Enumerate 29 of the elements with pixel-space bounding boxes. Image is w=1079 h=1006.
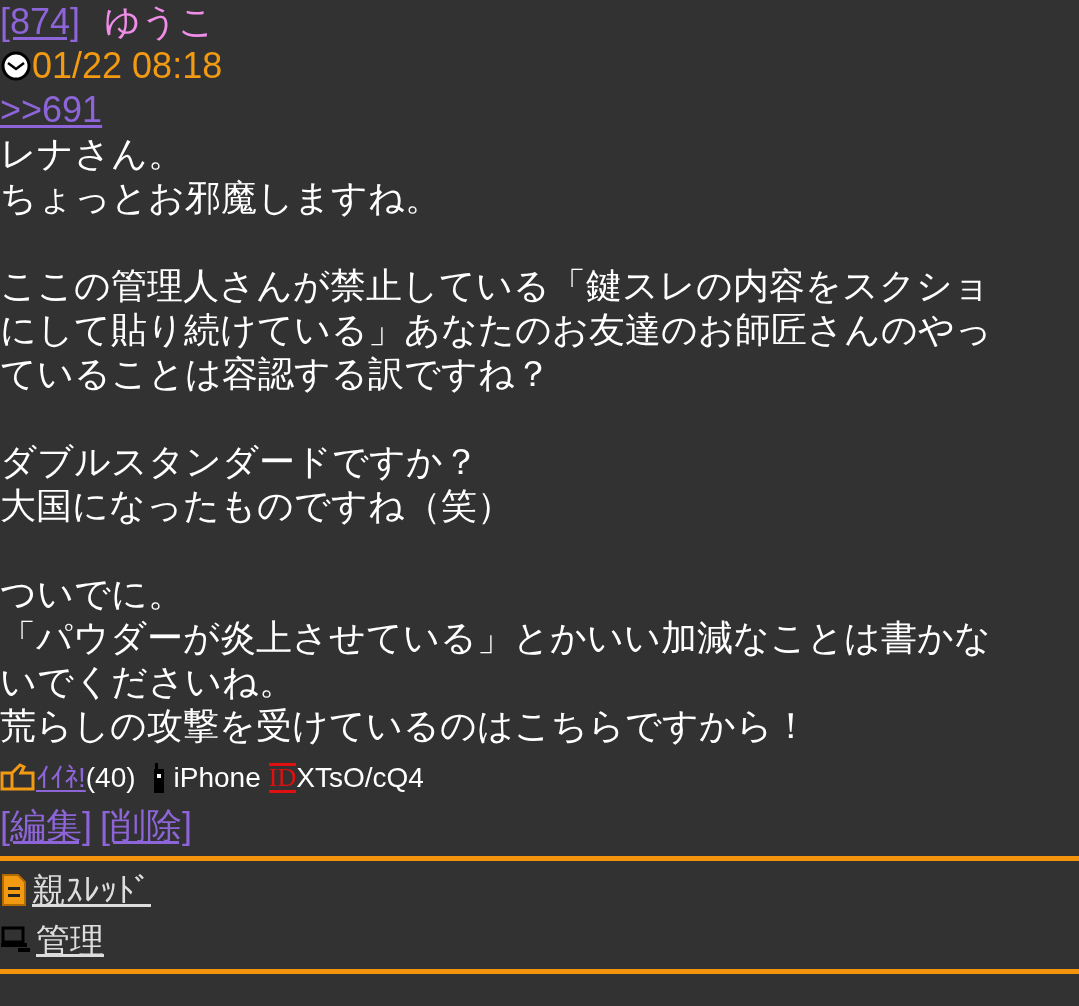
clock-icon: [0, 51, 32, 81]
nav-link-text[interactable]: 管理: [36, 918, 104, 962]
author-name: ゆうこ: [104, 0, 216, 44]
computer-icon: [0, 925, 32, 955]
post-number-link[interactable]: [874]: [0, 0, 81, 44]
body-text: ついでに。: [0, 572, 185, 616]
like-link[interactable]: ｲｲﾈ!: [36, 756, 86, 800]
body-text: 「パウダーが炎上させている」とかいい加減なことは書かな: [0, 616, 992, 660]
device-name: iPhone: [173, 761, 261, 795]
reply-link[interactable]: >>691: [0, 89, 103, 130]
body-text: にして貼り続けている」あなたのお友達のお師匠さんのやっ: [0, 308, 993, 352]
action-link[interactable]: [編集]: [0, 804, 92, 848]
user-id: XTsO/cQ4: [296, 761, 424, 795]
body-text: ここの管理人さんが禁止している「鍵スレの内容をスクショ: [0, 264, 991, 308]
thumbs-up-icon: [0, 763, 36, 793]
body-text: ちょっとお邪魔しますね。: [0, 176, 442, 220]
body-text: いでくださいね。: [0, 660, 296, 704]
body-text: レナさん。: [0, 132, 185, 176]
body-text: 荒らしの攻撃を受けているのはこちらですから！: [0, 704, 810, 748]
body-text: ダブルスタンダードですか？: [0, 440, 480, 484]
body-text: 大国になったものですね（笑）: [0, 484, 514, 528]
post-date: 01/22 08:18: [32, 44, 223, 88]
action-link[interactable]: [削除]: [100, 804, 193, 848]
nav-link-text[interactable]: 親ｽﾚｯﾄﾞ: [32, 868, 151, 912]
body-text: ていることは容認する訳ですね？: [0, 352, 552, 396]
phone-icon: [151, 763, 166, 793]
document-icon: [0, 873, 28, 907]
id-label: ID: [268, 763, 297, 793]
like-count: (40): [85, 761, 136, 795]
